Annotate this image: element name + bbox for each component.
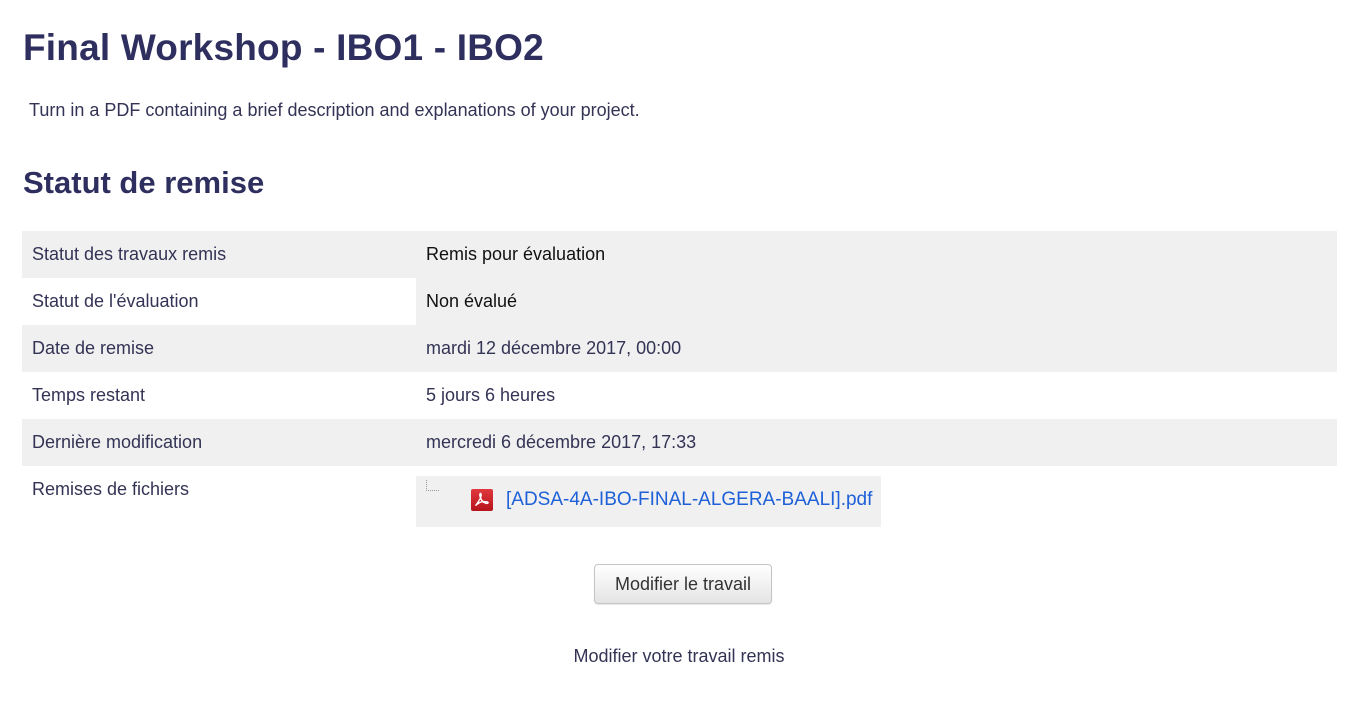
row-value: mercredi 6 décembre 2017, 17:33: [416, 419, 1337, 466]
table-row: Statut de l'évaluation Non évalué: [22, 278, 1337, 325]
assignment-page: Final Workshop - IBO1 - IBO2 Turn in a P…: [0, 0, 1358, 709]
pdf-icon: [471, 489, 493, 511]
table-row: Temps restant 5 jours 6 heures: [22, 372, 1337, 419]
file-tree: [ADSA-4A-IBO-FINAL-ALGERA-BAALI].pdf: [416, 476, 881, 527]
submission-status-table: Statut des travaux remis Remis pour éval…: [22, 231, 1337, 536]
assignment-description: Turn in a PDF containing a brief descrip…: [29, 100, 640, 120]
table-row: Remises de fichiers [ADSA-4A-IBO-FINAL-A…: [22, 466, 1337, 536]
submission-status-heading: Statut de remise: [23, 165, 265, 200]
file-submissions-cell: [ADSA-4A-IBO-FINAL-ALGERA-BAALI].pdf: [416, 466, 1337, 536]
submitted-file-link[interactable]: [ADSA-4A-IBO-FINAL-ALGERA-BAALI].pdf: [506, 489, 872, 511]
row-value: mardi 12 décembre 2017, 00:00: [416, 325, 1337, 372]
row-label: Temps restant: [32, 385, 146, 405]
edit-submission-caption: Modifier votre travail remis: [573, 646, 785, 666]
table-row: Statut des travaux remis Remis pour éval…: [22, 231, 1337, 278]
row-value: 5 jours 6 heures: [426, 385, 556, 405]
row-label: Date de remise: [22, 325, 416, 372]
table-row: Date de remise mardi 12 décembre 2017, 0…: [22, 325, 1337, 372]
page-title: Final Workshop - IBO1 - IBO2: [23, 27, 544, 68]
row-label: Remises de fichiers: [32, 479, 190, 499]
edit-submission-button[interactable]: Modifier le travail: [594, 564, 772, 604]
table-row: Dernière modification mercredi 6 décembr…: [22, 419, 1337, 466]
tree-connector: [426, 480, 439, 491]
row-value: Non évalué: [416, 278, 1337, 325]
row-label: Statut des travaux remis: [22, 231, 416, 278]
row-label: Dernière modification: [22, 419, 416, 466]
row-value: Remis pour évaluation: [416, 231, 1337, 278]
row-label: Statut de l'évaluation: [22, 278, 416, 325]
